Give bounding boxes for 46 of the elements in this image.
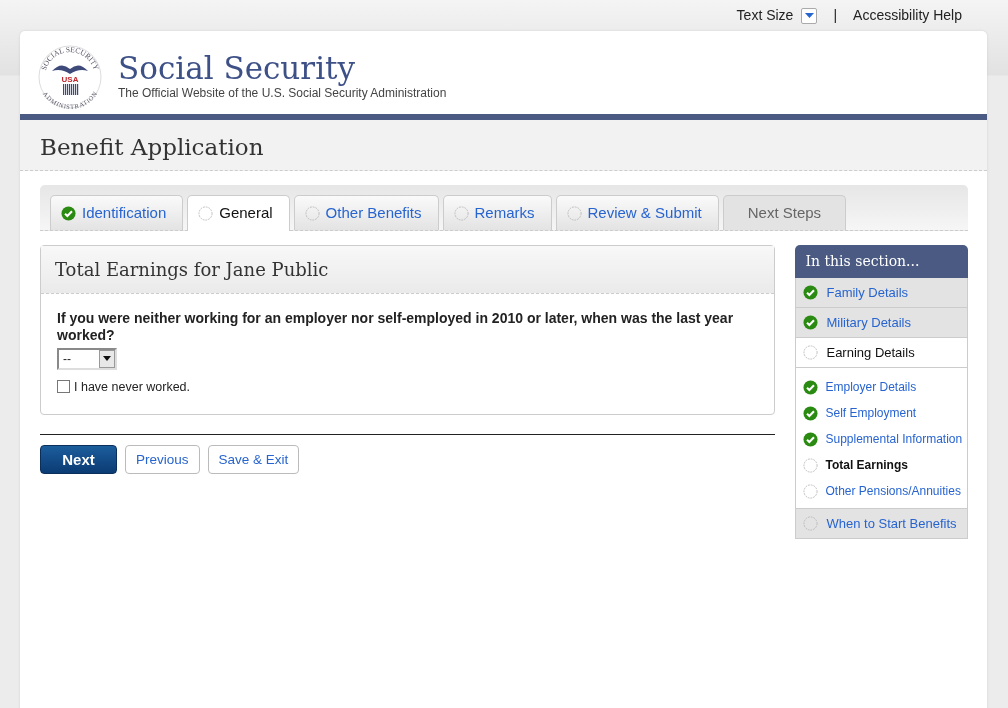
page-title: Benefit Application bbox=[40, 134, 265, 162]
check-circle-icon bbox=[803, 315, 819, 330]
empty-circle-icon bbox=[803, 345, 819, 360]
empty-circle-icon bbox=[803, 483, 819, 499]
sidebar-item[interactable]: Earning Details bbox=[795, 338, 968, 368]
step-tab[interactable]: Review & Submit bbox=[555, 195, 719, 230]
site-tagline: The Official Website of the U.S. Social Security Administration bbox=[118, 86, 447, 102]
empty-circle-icon bbox=[803, 516, 819, 531]
check-circle-icon bbox=[61, 205, 76, 221]
accessibility-help-link[interactable]: Accessibility Help bbox=[853, 5, 962, 26]
nav-button[interactable]: Save & Exit bbox=[207, 445, 300, 475]
sidebar-item[interactable]: Family Details bbox=[795, 278, 968, 308]
sidebar-subitem[interactable]: Self Employment bbox=[803, 400, 967, 426]
check-circle-icon bbox=[803, 285, 819, 300]
empty-circle-icon bbox=[803, 457, 819, 473]
sidebar-item[interactable]: When to Start Benefits bbox=[795, 509, 968, 539]
question-text: If you were neither working for an employer nor self-employed in 2010 or later, when was the last year worked? bbox=[57, 310, 735, 344]
form-title: Total Earnings for Jane Public bbox=[41, 246, 775, 294]
check-circle-icon bbox=[803, 405, 819, 421]
sidebar-subitem[interactable]: Other Pensions/Annuities bbox=[803, 478, 967, 504]
nav-button[interactable]: Previous bbox=[125, 445, 200, 475]
step-tab[interactable]: Identification bbox=[50, 195, 184, 230]
step-tab[interactable]: Other Benefits bbox=[293, 195, 439, 230]
site-title: Social Security bbox=[118, 53, 357, 84]
sidebar-item[interactable]: Military Details bbox=[795, 308, 968, 338]
step-tab[interactable]: General bbox=[187, 195, 290, 231]
checkbox-label: I have never worked. bbox=[74, 378, 191, 396]
text-size-label: Text Size bbox=[736, 6, 794, 25]
never-worked-checkbox[interactable] bbox=[57, 380, 70, 394]
year-select[interactable]: -- bbox=[57, 347, 117, 370]
next-button[interactable]: Next bbox=[40, 445, 117, 475]
empty-circle-icon bbox=[566, 205, 582, 221]
step-tab[interactable]: Remarks bbox=[442, 195, 552, 230]
check-circle-icon bbox=[803, 379, 819, 395]
sidebar-subitem[interactable]: Supplemental Information bbox=[803, 426, 967, 452]
sidebar-subitem[interactable]: Total Earnings bbox=[803, 452, 967, 478]
sidebar-title: In this section... bbox=[795, 245, 968, 278]
empty-circle-icon bbox=[304, 205, 320, 221]
separator: | bbox=[832, 6, 839, 25]
empty-circle-icon bbox=[198, 206, 214, 221]
empty-circle-icon bbox=[453, 205, 469, 221]
caret-icon bbox=[804, 13, 814, 18]
caret-icon bbox=[103, 356, 111, 362]
check-circle-icon bbox=[803, 431, 819, 447]
sidebar-subitem[interactable]: Employer Details bbox=[803, 374, 967, 400]
text-size-dropdown[interactable] bbox=[801, 7, 818, 24]
